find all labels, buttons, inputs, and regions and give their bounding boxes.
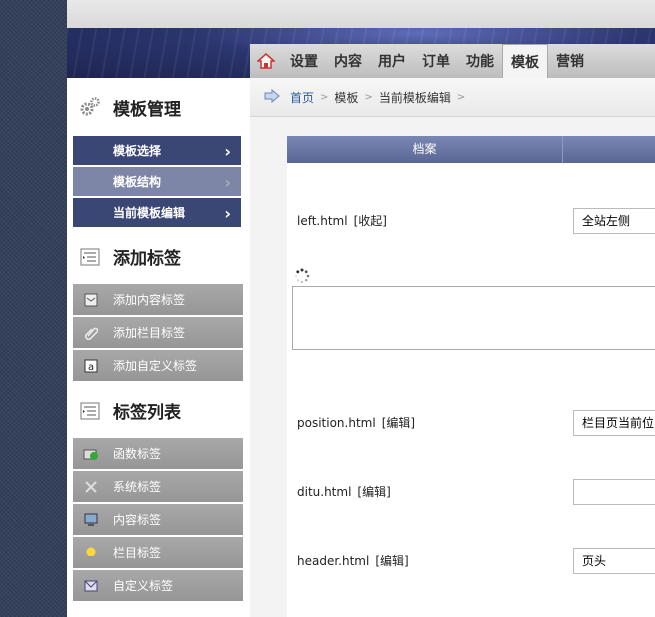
file-title-input[interactable] bbox=[573, 478, 655, 505]
section-title: 模板管理 bbox=[113, 99, 181, 120]
file-title-input[interactable] bbox=[573, 207, 655, 234]
breadcrumb: 首页 > 模板 > 当前模板编辑 > bbox=[250, 78, 655, 117]
template-panel: 档案 left.html[收起] position.html[编辑] ditu.… bbox=[287, 136, 655, 617]
file-name: ditu.html [编辑] bbox=[297, 485, 391, 499]
edit-link[interactable]: [编辑] bbox=[357, 485, 390, 499]
list-icon bbox=[79, 400, 101, 422]
breadcrumb-separator: > bbox=[320, 91, 329, 103]
sidebar-item-template-structure[interactable]: 模板结构 › bbox=[73, 167, 241, 198]
sidebar-item-label: 函数标签 bbox=[113, 447, 162, 461]
sidebar-item-label: 添加栏目标签 bbox=[113, 326, 186, 340]
sidebar-item-custom-tags[interactable]: 自定义标签 bbox=[73, 570, 243, 603]
chevron-right-icon: › bbox=[224, 142, 231, 161]
sidebar-item-column-tags[interactable]: 栏目标签 bbox=[73, 537, 243, 570]
breadcrumb-home[interactable]: 首页 bbox=[290, 89, 314, 106]
file-title-input[interactable] bbox=[573, 547, 655, 574]
sidebar-item-label: 模板结构 bbox=[113, 175, 162, 189]
nav-item-settings[interactable]: 设置 bbox=[282, 44, 326, 78]
nav-item-templates[interactable]: 模板 bbox=[502, 44, 548, 78]
sidebar-item-add-column-tag[interactable]: 添加栏目标签 bbox=[73, 317, 243, 350]
sidebar-item-current-template-edit[interactable]: 当前模板编辑 › bbox=[73, 198, 241, 229]
breadcrumb-level1[interactable]: 模板 bbox=[334, 89, 358, 106]
nav-item-orders[interactable]: 订单 bbox=[414, 44, 458, 78]
file-row-header: header.html [编辑] bbox=[297, 547, 655, 574]
svg-text:a: a bbox=[88, 362, 94, 373]
list-icon bbox=[79, 246, 101, 268]
nav-item-functions[interactable]: 功能 bbox=[458, 44, 502, 78]
file-name: left.html [收起] bbox=[297, 214, 387, 228]
document-icon bbox=[83, 293, 99, 307]
sidebar-item-system-tags[interactable]: 系统标签 bbox=[73, 471, 243, 504]
tools-icon bbox=[83, 480, 99, 494]
main-nav: 设置 内容 用户 订单 功能 模板 营销 bbox=[250, 44, 655, 78]
edit-link[interactable]: [编辑] bbox=[382, 416, 415, 430]
app-shell: 设置 内容 用户 订单 功能 模板 营销 模板管理 模板选择 › 模板结构 › 当前… bbox=[67, 0, 655, 617]
section-template-management: 模板管理 bbox=[67, 78, 250, 136]
sidebar-item-add-custom-tag[interactable]: a 添加自定义标签 bbox=[73, 350, 243, 383]
file-row-left: left.html [收起] bbox=[297, 207, 655, 234]
sidebar-item-label: 添加自定义标签 bbox=[113, 359, 198, 373]
breadcrumb-level2: 当前模板编辑 bbox=[378, 90, 451, 105]
home-icon[interactable] bbox=[250, 44, 282, 78]
sidebar-item-label: 模板选择 bbox=[113, 144, 162, 158]
envelope-icon bbox=[83, 579, 99, 593]
sidebar-item-content-tags[interactable]: 内容标签 bbox=[73, 504, 243, 537]
section-add-tags: 添加标签 bbox=[67, 229, 250, 284]
letter-a-icon: a bbox=[83, 359, 99, 373]
sidebar-item-template-select[interactable]: 模板选择 › bbox=[73, 136, 241, 167]
nav-item-users[interactable]: 用户 bbox=[370, 44, 414, 78]
file-name: position.html [编辑] bbox=[297, 416, 416, 430]
file-row-ditu: ditu.html [编辑] bbox=[297, 478, 655, 505]
sidebar-item-label: 自定义标签 bbox=[113, 579, 174, 593]
file-row-position: position.html [编辑] bbox=[297, 409, 655, 436]
file-title-input[interactable] bbox=[573, 409, 655, 436]
nav-item-marketing[interactable]: 营销 bbox=[548, 44, 592, 78]
section-tag-list: 标签列表 bbox=[67, 383, 250, 438]
function-icon bbox=[83, 447, 99, 461]
sidebar-item-label: 当前模板编辑 bbox=[113, 206, 186, 220]
sidebar-item-label: 栏目标签 bbox=[113, 546, 162, 560]
sidebar-item-label: 内容标签 bbox=[113, 513, 162, 527]
arrow-right-icon bbox=[264, 88, 280, 106]
template-code-editor[interactable] bbox=[292, 286, 655, 350]
sidebar-item-label: 系统标签 bbox=[113, 480, 162, 494]
column-header-file: 档案 bbox=[287, 136, 563, 163]
section-title: 添加标签 bbox=[113, 249, 181, 269]
edit-link[interactable]: [编辑] bbox=[375, 554, 408, 568]
sidebar: 模板管理 模板选择 › 模板结构 › 当前模板编辑 › 添加标签 添加内容标签 添加栏… bbox=[67, 78, 250, 617]
breadcrumb-separator: > bbox=[456, 91, 466, 103]
collapse-link[interactable]: [收起] bbox=[354, 214, 387, 228]
paperclip-icon bbox=[83, 326, 99, 340]
sidebar-item-function-tags[interactable]: 函数标签 bbox=[73, 438, 243, 471]
sidebar-item-label: 添加内容标签 bbox=[113, 293, 186, 307]
gears-icon bbox=[79, 96, 101, 118]
main-content: 首页 > 模板 > 当前模板编辑 > 档案 left.html[收起] posi… bbox=[250, 78, 655, 617]
loading-spinner-icon bbox=[295, 268, 310, 284]
section-title: 标签列表 bbox=[113, 403, 181, 423]
table-header: 档案 bbox=[287, 136, 655, 163]
lightbulb-icon bbox=[83, 546, 99, 560]
chevron-right-icon: › bbox=[224, 204, 231, 223]
monitor-icon bbox=[83, 513, 99, 527]
breadcrumb-separator: > bbox=[364, 91, 373, 103]
nav-item-content[interactable]: 内容 bbox=[326, 44, 370, 78]
top-bar bbox=[67, 0, 655, 28]
file-name: header.html [编辑] bbox=[297, 554, 409, 568]
sidebar-item-add-content-tag[interactable]: 添加内容标签 bbox=[73, 284, 243, 317]
chevron-right-icon: › bbox=[224, 173, 231, 192]
